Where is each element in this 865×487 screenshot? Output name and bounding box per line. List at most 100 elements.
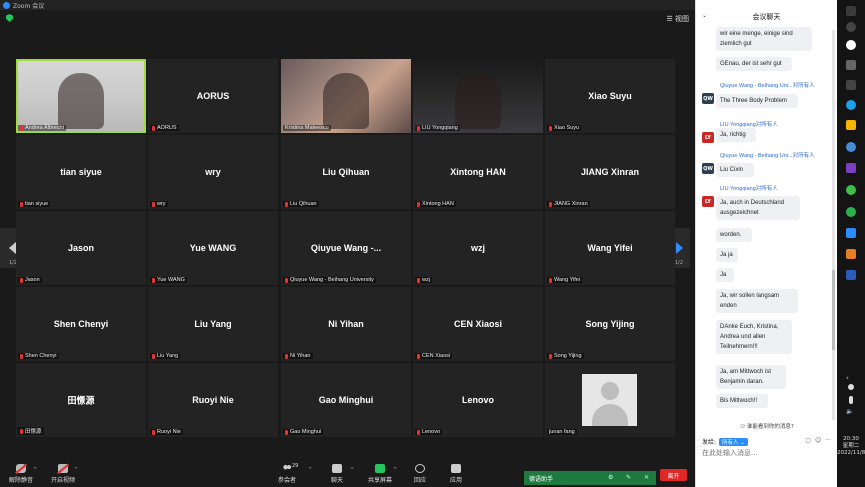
start-video-label: 开启视频 xyxy=(50,477,75,484)
participant-name: Liu Qihuan xyxy=(322,167,370,177)
message-sender[interactable]: LIU Yongqiang对所有人 xyxy=(720,184,778,192)
message-sender[interactable]: LIU Yongqiang对所有人 xyxy=(720,120,778,128)
pin-icon[interactable]: ✎ xyxy=(626,474,631,481)
participants-button[interactable]: 29 参会者 xyxy=(272,463,302,484)
muted-mic-icon xyxy=(152,125,155,131)
leave-button[interactable]: 离开 xyxy=(660,469,687,481)
participant-tile[interactable]: wry wry xyxy=(148,135,278,209)
participant-name: Jason xyxy=(67,243,94,253)
system-clock[interactable]: 20:30 星期二 2022/11/8 xyxy=(837,436,865,457)
muted-mic-icon xyxy=(549,353,552,359)
reactions-button[interactable]: 回应 xyxy=(405,464,435,484)
participant-tile[interactable]: Yue WANG Yue WANG xyxy=(148,211,278,285)
sender-name: Qiuyue Wang - Beihang Uni... xyxy=(720,153,793,159)
who-can-see-link[interactable]: ⚇ 谁能看到你的消息? xyxy=(696,422,838,430)
participant-tile[interactable]: Gao Minghui Gao Minghui xyxy=(281,363,411,437)
participant-label-text: Andrea Albrecht xyxy=(25,125,65,131)
participant-tile[interactable]: Shen Chenyi Shen Chenyi xyxy=(16,287,146,361)
participant-tile[interactable]: Song Yijing Song Yijing xyxy=(545,287,675,361)
message-sender[interactable]: Qiuyue Wang - Beihang Uni...对所有人 xyxy=(720,81,815,89)
participant-label: LIU Yongqiang xyxy=(415,125,460,131)
participant-tile[interactable]: Ruoyi Nie Ruoyi Nie xyxy=(148,363,278,437)
participant-tile[interactable]: Liu Qihuan Liu Qihuan xyxy=(281,135,411,209)
german-helper-bar[interactable]: 德语助手 ⚙ ✎ ✕ xyxy=(524,471,656,485)
participant-label: junan fang xyxy=(547,429,577,435)
participant-tile[interactable]: JIANG Xinran JIANG Xinran xyxy=(545,135,675,209)
participant-tile[interactable]: 田憬源 田憬源 xyxy=(16,363,146,437)
book-icon[interactable] xyxy=(846,80,856,90)
collapse-chevron-icon[interactable]: ⌄ xyxy=(702,12,707,19)
participant-label-text: Jason xyxy=(25,277,40,283)
settings-icon[interactable]: ⚙ xyxy=(608,474,613,481)
message-sender[interactable]: Qiuyue Wang - Beihang Uni...对所有人 xyxy=(720,151,815,159)
scrollbar-thumb[interactable] xyxy=(832,270,835,350)
share-screen-button[interactable]: 共享屏幕 xyxy=(365,464,395,484)
window-title-bar: Zoom 会议 xyxy=(0,0,695,10)
view-button[interactable]: ☰ 视图 xyxy=(666,14,689,24)
participant-tile[interactable]: wzj wzj xyxy=(413,211,543,285)
participant-tile[interactable]: Kristina Mateescu xyxy=(281,59,411,133)
muted-mic-icon xyxy=(152,429,155,435)
chevron-up-icon[interactable]: ‹ xyxy=(846,374,856,384)
participant-tile[interactable]: Jason Jason xyxy=(16,211,146,285)
unmute-button[interactable]: 解除静音 xyxy=(6,464,36,484)
circle-icon[interactable] xyxy=(846,40,856,50)
caret-up-icon[interactable]: ^ xyxy=(308,467,312,473)
close-icon[interactable]: ✕ xyxy=(644,474,649,481)
caret-up-icon[interactable]: ^ xyxy=(33,467,37,473)
taskbar-window-icon[interactable] xyxy=(846,6,856,16)
edge-browser-icon[interactable] xyxy=(846,100,856,110)
participant-tile[interactable]: Xintong HAN Xintong HAN xyxy=(413,135,543,209)
participant-name: Yue WANG xyxy=(189,243,237,253)
more-icon[interactable]: ··· xyxy=(825,437,831,444)
reactions-label: 回应 xyxy=(413,477,426,484)
volume-icon[interactable]: 🔈 xyxy=(846,408,856,418)
muted-mic-icon xyxy=(20,428,23,434)
chat-message-list[interactable]: wir eine menge, einige sind ziemlich gut… xyxy=(696,27,838,417)
caret-up-icon[interactable]: ^ xyxy=(74,467,78,473)
participant-tile[interactable]: Andrea Albrecht xyxy=(16,59,146,133)
send-to-dropdown[interactable]: 所有人 ⌄ xyxy=(719,437,748,446)
participant-tile[interactable]: Lenovo Lenovo xyxy=(413,363,543,437)
participant-label-text: JIANG Xinran xyxy=(554,201,588,207)
muted-mic-icon xyxy=(417,429,420,435)
chat-scrollbar[interactable] xyxy=(832,30,835,420)
participant-tile[interactable]: AORUS AORUS xyxy=(148,59,278,133)
app-icon[interactable] xyxy=(846,249,856,259)
zoom-icon[interactable] xyxy=(846,228,856,238)
word-icon[interactable] xyxy=(846,270,856,280)
wechat-icon[interactable] xyxy=(846,207,856,217)
participant-tile[interactable]: CEN Xiaosi CEN Xiaosi xyxy=(413,287,543,361)
participant-tile[interactable]: Qiuyue Wang -... Qiuyue Wang - Beihang Un… xyxy=(281,211,411,285)
participant-tile[interactable]: tian siyue tian siyue xyxy=(16,135,146,209)
chrome-icon[interactable] xyxy=(846,185,856,195)
muted-mic-icon xyxy=(549,201,552,207)
participant-tile[interactable]: Liu Yang Liu Yang xyxy=(148,287,278,361)
app-icon[interactable] xyxy=(846,142,856,152)
chat-message: Ja, am Mittwoch ist Benjamin daran. xyxy=(716,365,786,389)
caret-up-icon[interactable]: ^ xyxy=(350,467,354,473)
participant-tile[interactable]: Xiao Suyu Xiao Suyu xyxy=(545,59,675,133)
participant-label-text: Xintong HAN xyxy=(422,201,454,207)
participant-tile[interactable]: LIU Yongqiang xyxy=(413,59,543,133)
participant-tile[interactable]: junan fang xyxy=(545,363,675,437)
mic-icon[interactable] xyxy=(849,396,853,404)
cloud-icon[interactable] xyxy=(848,384,854,390)
apps-button[interactable]: 应用 xyxy=(441,464,471,484)
participant-label: Xintong HAN xyxy=(415,201,456,207)
participant-tile[interactable]: Ni Yihan Ni Yihan xyxy=(281,287,411,361)
search-icon[interactable] xyxy=(846,22,856,32)
participant-label: Liu Qihuan xyxy=(283,201,319,207)
chat-button[interactable]: 聊天 xyxy=(322,464,352,484)
caret-up-icon[interactable]: ^ xyxy=(393,467,397,473)
file-icon[interactable]: ▢ xyxy=(805,437,811,444)
folder-icon[interactable] xyxy=(846,120,856,130)
participant-tile[interactable]: Wang Yifei Wang Yifei xyxy=(545,211,675,285)
task-view-icon[interactable] xyxy=(846,60,856,70)
participant-label: Gao Minghui xyxy=(283,429,324,435)
chat-message-input[interactable] xyxy=(702,449,832,457)
clock-time: 20:30 xyxy=(843,436,859,442)
onenote-icon[interactable] xyxy=(846,163,856,173)
participant-label: Yue WANG xyxy=(150,277,187,283)
emoji-icon[interactable]: ☺ xyxy=(815,437,821,444)
